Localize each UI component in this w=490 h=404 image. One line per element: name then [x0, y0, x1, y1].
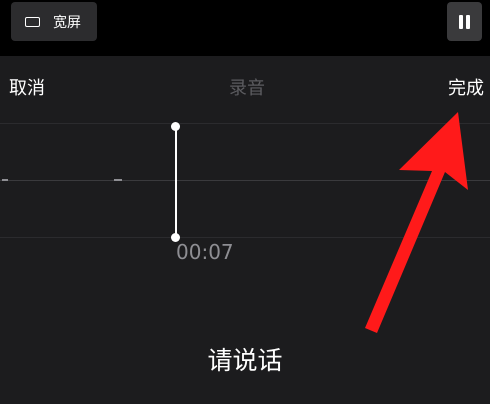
annotation-arrow-icon: [365, 112, 468, 333]
